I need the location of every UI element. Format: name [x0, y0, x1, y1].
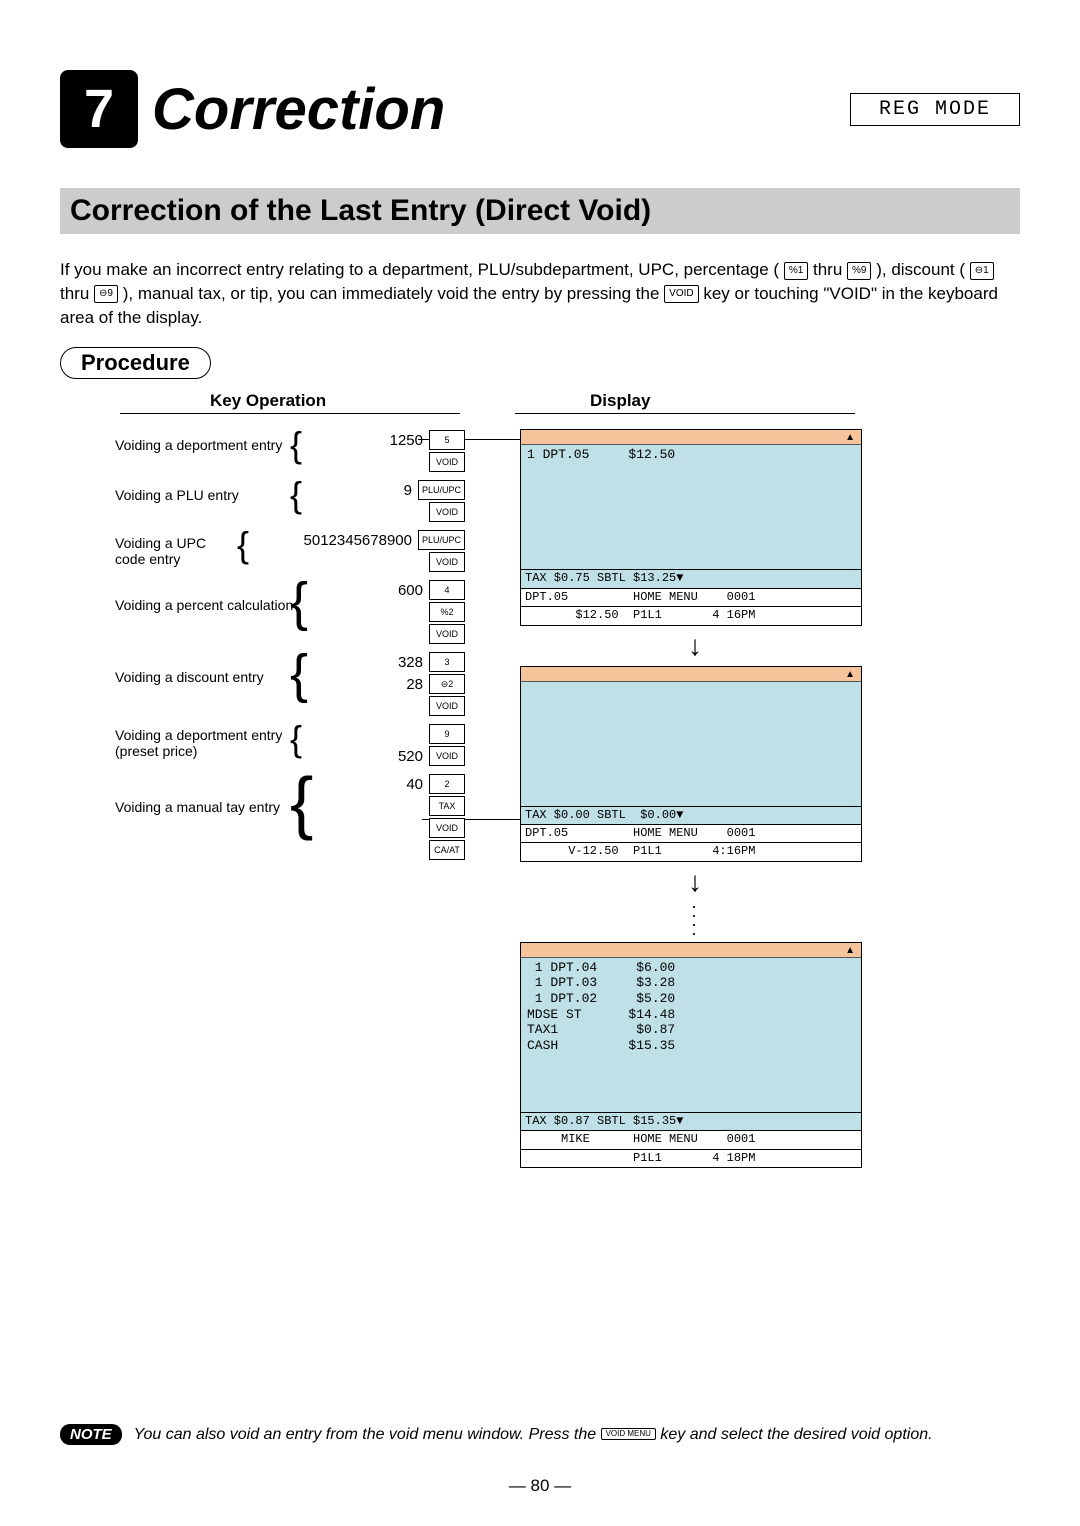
- key-plu-upc: PLU/UPC: [418, 530, 465, 550]
- op-label: Voiding a deportment entry (preset price…: [115, 727, 295, 759]
- key-9: 9: [429, 724, 465, 744]
- status-tax-line: TAX $0.00 SBTL $0.00▼: [521, 806, 861, 824]
- section-heading: Correction of the Last Entry (Direct Voi…: [60, 188, 1020, 234]
- status-info-line: DPT.05 HOME MENU 0001: [521, 824, 861, 842]
- mode-indicator: REG MODE: [850, 93, 1020, 126]
- op-label: Voiding a deportment entry: [115, 437, 295, 453]
- down-arrow-icon: ↓: [520, 868, 870, 896]
- status-info-line: DPT.05 HOME MENU 0001: [521, 588, 861, 606]
- note: NOTE You can also void an entry from the…: [60, 1424, 1020, 1446]
- key-4: 4: [429, 580, 465, 600]
- percent9-key-icon: %9: [847, 262, 871, 280]
- note-badge: NOTE: [60, 1424, 122, 1445]
- receipt-line: 1 DPT.03 $3.28: [527, 975, 855, 991]
- key-5: 5: [429, 430, 465, 450]
- key-void: VOID: [429, 452, 465, 472]
- display-screen-3: ▲ 1 DPT.04 $6.00 1 DPT.03 $3.28 1 DPT.02…: [520, 942, 862, 1168]
- percent1-key-icon: %1: [784, 262, 808, 280]
- key-void: VOID: [429, 696, 465, 716]
- op-label: Voiding a percent calculation: [115, 597, 295, 613]
- key-void: VOID: [429, 624, 465, 644]
- receipt-line: 1 DPT.05 $12.50: [527, 447, 855, 463]
- key-ca-at: CA/AT: [429, 840, 465, 860]
- procedure-diagram: Key Operation Display Voiding a deportme…: [60, 391, 1020, 1241]
- key-plu-upc: PLU/UPC: [418, 480, 465, 500]
- void-key-icon: VOID: [664, 285, 698, 303]
- void-menu-key-icon: VOID MENU: [601, 1428, 656, 1440]
- status-tax-line: TAX $0.87 SBTL $15.35▼: [521, 1112, 861, 1130]
- status-info-line: V-12.50 P1L1 4:16PM: [521, 842, 861, 860]
- scroll-up-icon: ▲: [845, 945, 855, 956]
- op-label: Voiding a PLU entry: [115, 487, 295, 503]
- scroll-up-icon: ▲: [845, 432, 855, 443]
- key-operation-heading: Key Operation: [210, 391, 326, 411]
- chapter-number-box: 7: [60, 70, 138, 148]
- display-screen-2: ▲ TAX $0.00 SBTL $0.00▼ DPT.05 HOME MENU…: [520, 666, 862, 862]
- op-label: Voiding a discount entry: [115, 669, 295, 685]
- key-2: 2: [429, 774, 465, 794]
- discount9-key-icon: ⊖9: [94, 285, 118, 303]
- status-info-line: P1L1 4 18PM: [521, 1149, 861, 1167]
- key-percent2: %2: [429, 602, 465, 622]
- chapter-header: 7 Correction REG MODE: [60, 70, 1020, 148]
- receipt-line: MDSE ST $14.48: [527, 1007, 855, 1023]
- procedure-label: Procedure: [60, 347, 211, 379]
- status-info-line: $12.50 P1L1 4 16PM: [521, 606, 861, 624]
- scroll-up-icon: ▲: [845, 669, 855, 680]
- key-tax: TAX: [429, 796, 465, 816]
- page-number: — 80 —: [0, 1476, 1080, 1496]
- discount1-key-icon: ⊖1: [970, 262, 994, 280]
- key-void: VOID: [429, 552, 465, 572]
- key-void: VOID: [429, 502, 465, 522]
- display-screen-1: ▲ 1 DPT.05 $12.50 TAX $0.75 SBTL $13.25▼…: [520, 429, 862, 625]
- receipt-line: CASH $15.35: [527, 1038, 855, 1054]
- intro-paragraph: If you make an incorrect entry relating …: [60, 258, 1020, 329]
- key-3: 3: [429, 652, 465, 672]
- chapter-title: Correction: [152, 76, 445, 143]
- status-info-line: MIKE HOME MENU 0001: [521, 1130, 861, 1148]
- op-label: Voiding a manual tay entry: [115, 799, 295, 815]
- ellipsis-icon: ····: [520, 902, 870, 938]
- op-label: Voiding a UPC code entry: [115, 535, 235, 567]
- key-void: VOID: [429, 818, 465, 838]
- display-heading: Display: [590, 391, 650, 411]
- receipt-line: 1 DPT.04 $6.00: [527, 960, 855, 976]
- down-arrow-icon: ↓: [520, 632, 870, 660]
- status-tax-line: TAX $0.75 SBTL $13.25▼: [521, 569, 861, 587]
- key-discount2: ⊖2: [429, 674, 465, 694]
- receipt-line: TAX1 $0.87: [527, 1022, 855, 1038]
- key-void: VOID: [429, 746, 465, 766]
- receipt-line: 1 DPT.02 $5.20: [527, 991, 855, 1007]
